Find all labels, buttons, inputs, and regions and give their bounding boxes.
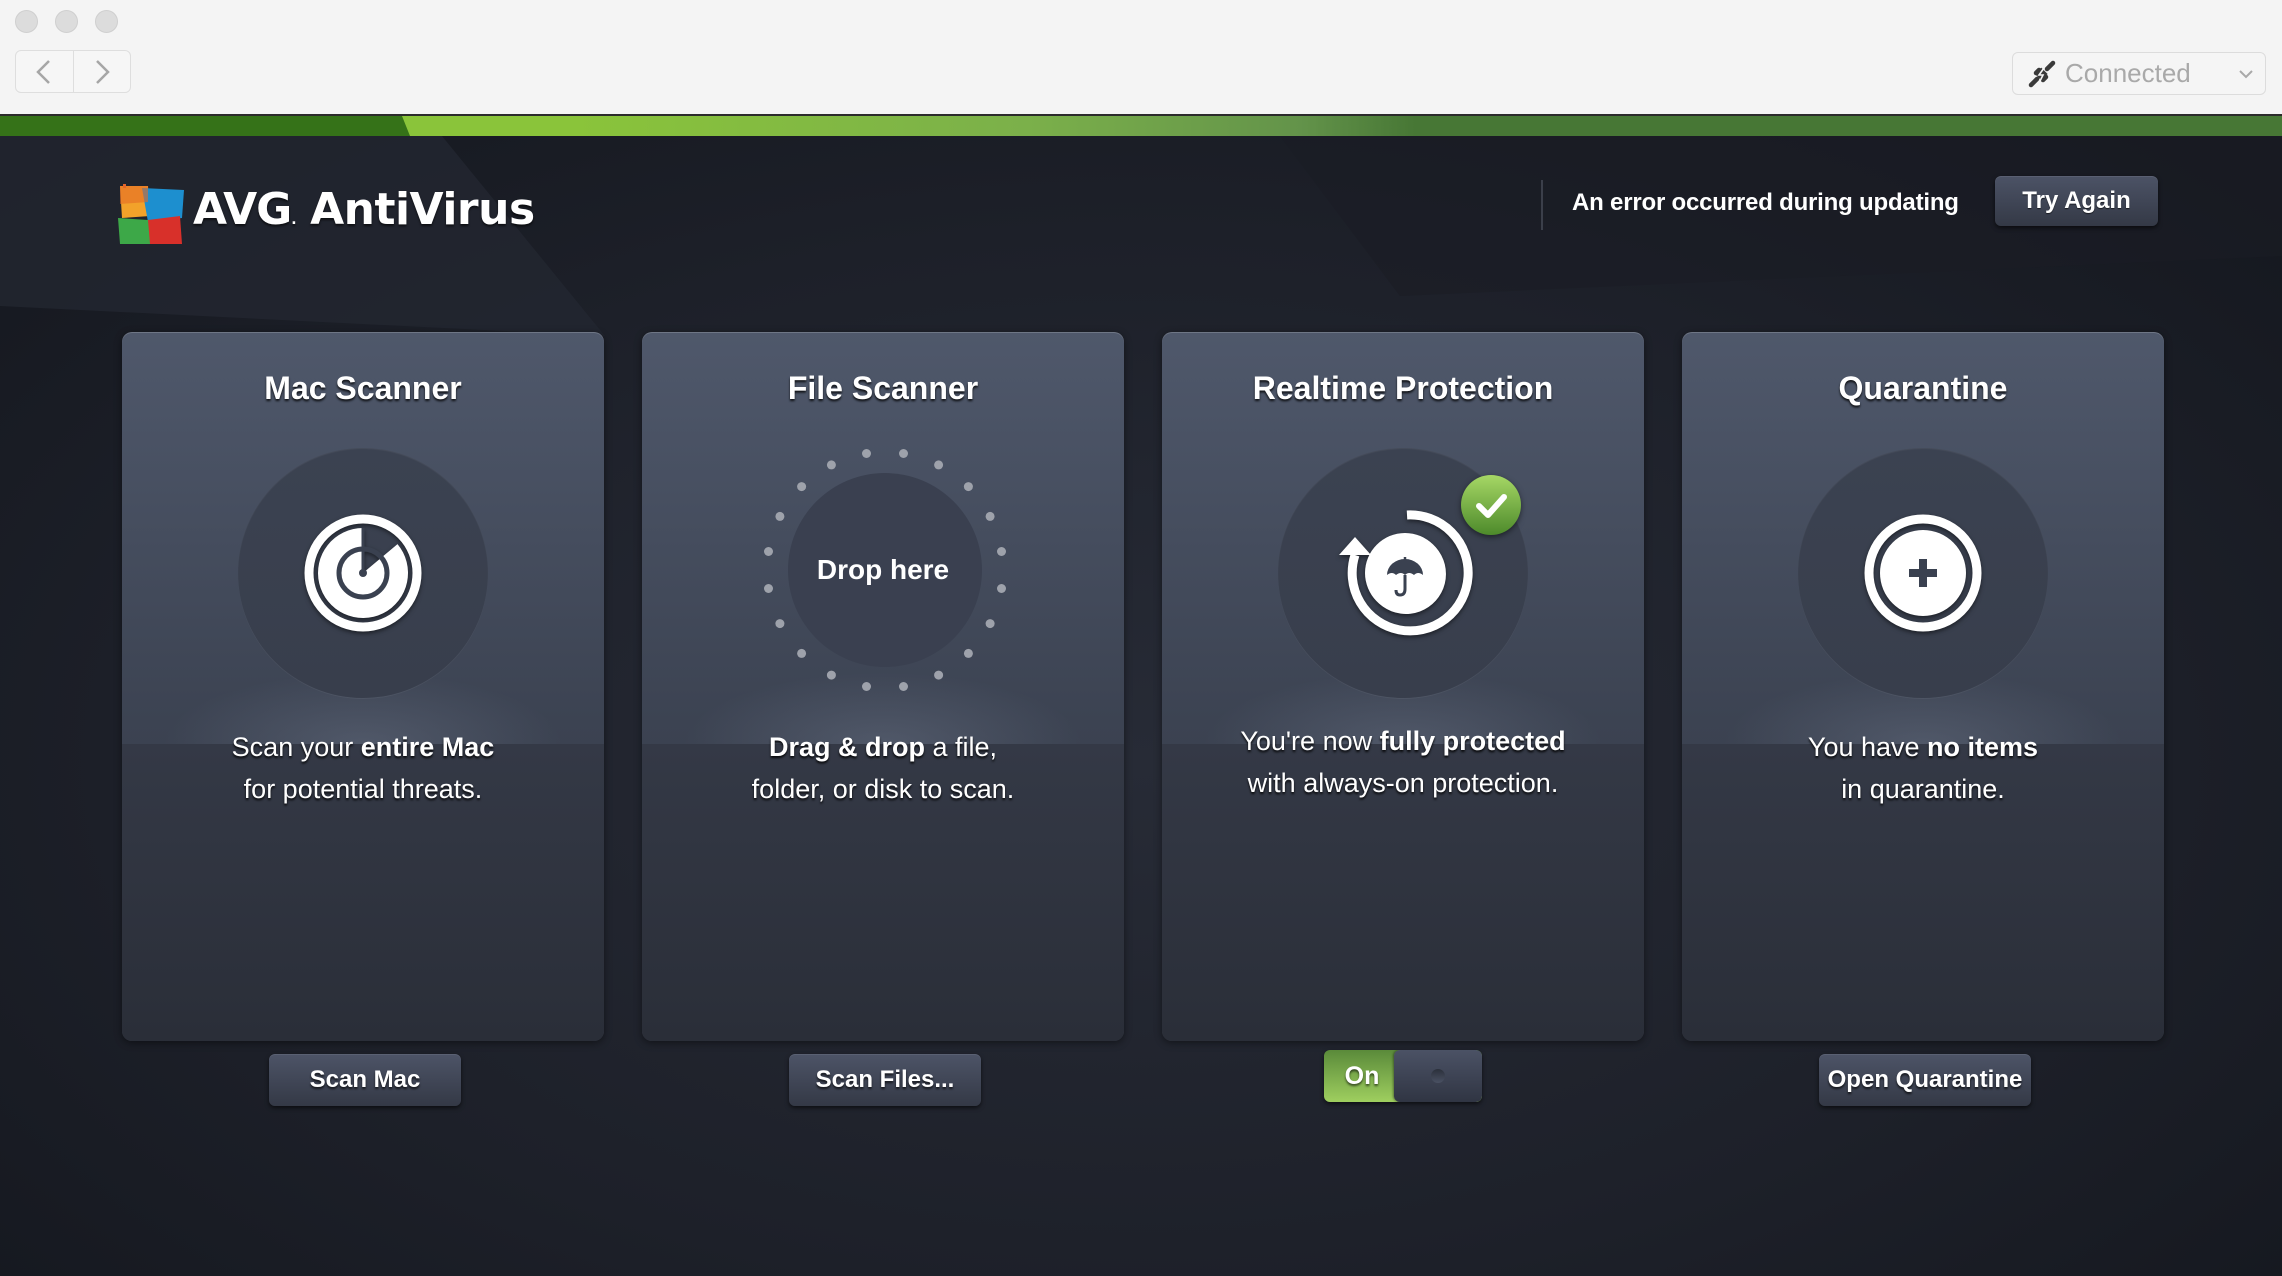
scan-mac-button[interactable]: Scan Mac [269, 1054, 461, 1106]
card-description: You're now fully protected with always-o… [1240, 726, 1566, 798]
card-description: You have no items in quarantine. [1807, 732, 2039, 804]
chevron-left-icon [36, 59, 51, 84]
drop-zone-dot [963, 648, 973, 658]
file-scanner-card: File Scanner Drop here Drag & drop a fil… [642, 332, 1124, 1106]
drop-zone-icon[interactable] [642, 332, 1124, 744]
realtime-protection-toggle[interactable]: On [1324, 1050, 1482, 1102]
card-description: Drag & drop a file, folder, or disk to s… [751, 732, 1015, 804]
drop-zone-dot [826, 670, 836, 680]
close-window-button[interactable] [15, 10, 38, 33]
drop-zone-dot [934, 460, 944, 470]
drop-zone-dot [899, 682, 908, 691]
forward-button[interactable] [72, 51, 131, 92]
mac-scanner-card: Mac Scanner Scan your entire Mac for pot… [122, 332, 604, 1106]
card-description: Scan your entire Mac for potential threa… [231, 732, 495, 804]
quarantine-card: Quarantine You have no items in quaranti… [1682, 332, 2164, 1106]
check-icon [1461, 475, 1521, 535]
drop-zone-dot [963, 482, 973, 492]
zoom-window-button[interactable] [95, 10, 118, 33]
header-background-shape [0, 136, 2282, 336]
toggle-knob[interactable] [1394, 1050, 1482, 1102]
chevron-down-icon [2239, 70, 2253, 79]
window-titlebar: Connected [0, 0, 2282, 116]
drop-zone-dot [934, 670, 944, 680]
navigation-buttons [15, 50, 131, 93]
connection-status-dropdown[interactable]: Connected [2012, 52, 2266, 95]
update-error-message: An error occurred during updating [1572, 189, 1959, 216]
drop-zone-dot [862, 682, 871, 691]
drop-zone-dot [775, 619, 785, 629]
drop-zone-dot [826, 460, 836, 470]
connection-status-label: Connected [2065, 58, 2191, 88]
minimize-window-button[interactable] [55, 10, 78, 33]
scan-files-button[interactable]: Scan Files... [789, 1054, 981, 1106]
update-progress-bar [0, 116, 2282, 136]
radar-icon [304, 514, 422, 632]
brand-avg: AVG [193, 184, 292, 235]
drop-zone-dot [862, 449, 871, 458]
back-button[interactable] [16, 51, 73, 92]
realtime-protection-card: Realtime Protection You're now fully pro… [1162, 332, 1644, 1102]
quarantine-plus-icon [1864, 514, 1982, 632]
app-brand-title: AVG. AntiVirus [193, 184, 535, 235]
drop-zone-dot [985, 619, 995, 629]
avg-logo-icon [118, 184, 184, 244]
drop-zone-dot [899, 449, 908, 458]
app-main: AVG. AntiVirus An error occurred during u… [0, 136, 2282, 1276]
progress-bar-dark-segment [0, 116, 410, 136]
chevron-right-icon [95, 59, 110, 84]
header-divider [1541, 180, 1543, 230]
drop-zone-dot [775, 511, 785, 521]
plug-icon [2028, 60, 2056, 87]
brand-product: AntiVirus [310, 184, 535, 235]
try-again-button[interactable]: Try Again [1995, 176, 2158, 226]
drop-zone-dot [797, 482, 807, 492]
open-quarantine-button[interactable]: Open Quarantine [1819, 1054, 2031, 1106]
toggle-on-label: On [1344, 1061, 1380, 1090]
drop-zone-dot [985, 511, 995, 521]
drop-here-label: Drop here [816, 554, 950, 585]
drop-zone-dot [797, 648, 807, 658]
